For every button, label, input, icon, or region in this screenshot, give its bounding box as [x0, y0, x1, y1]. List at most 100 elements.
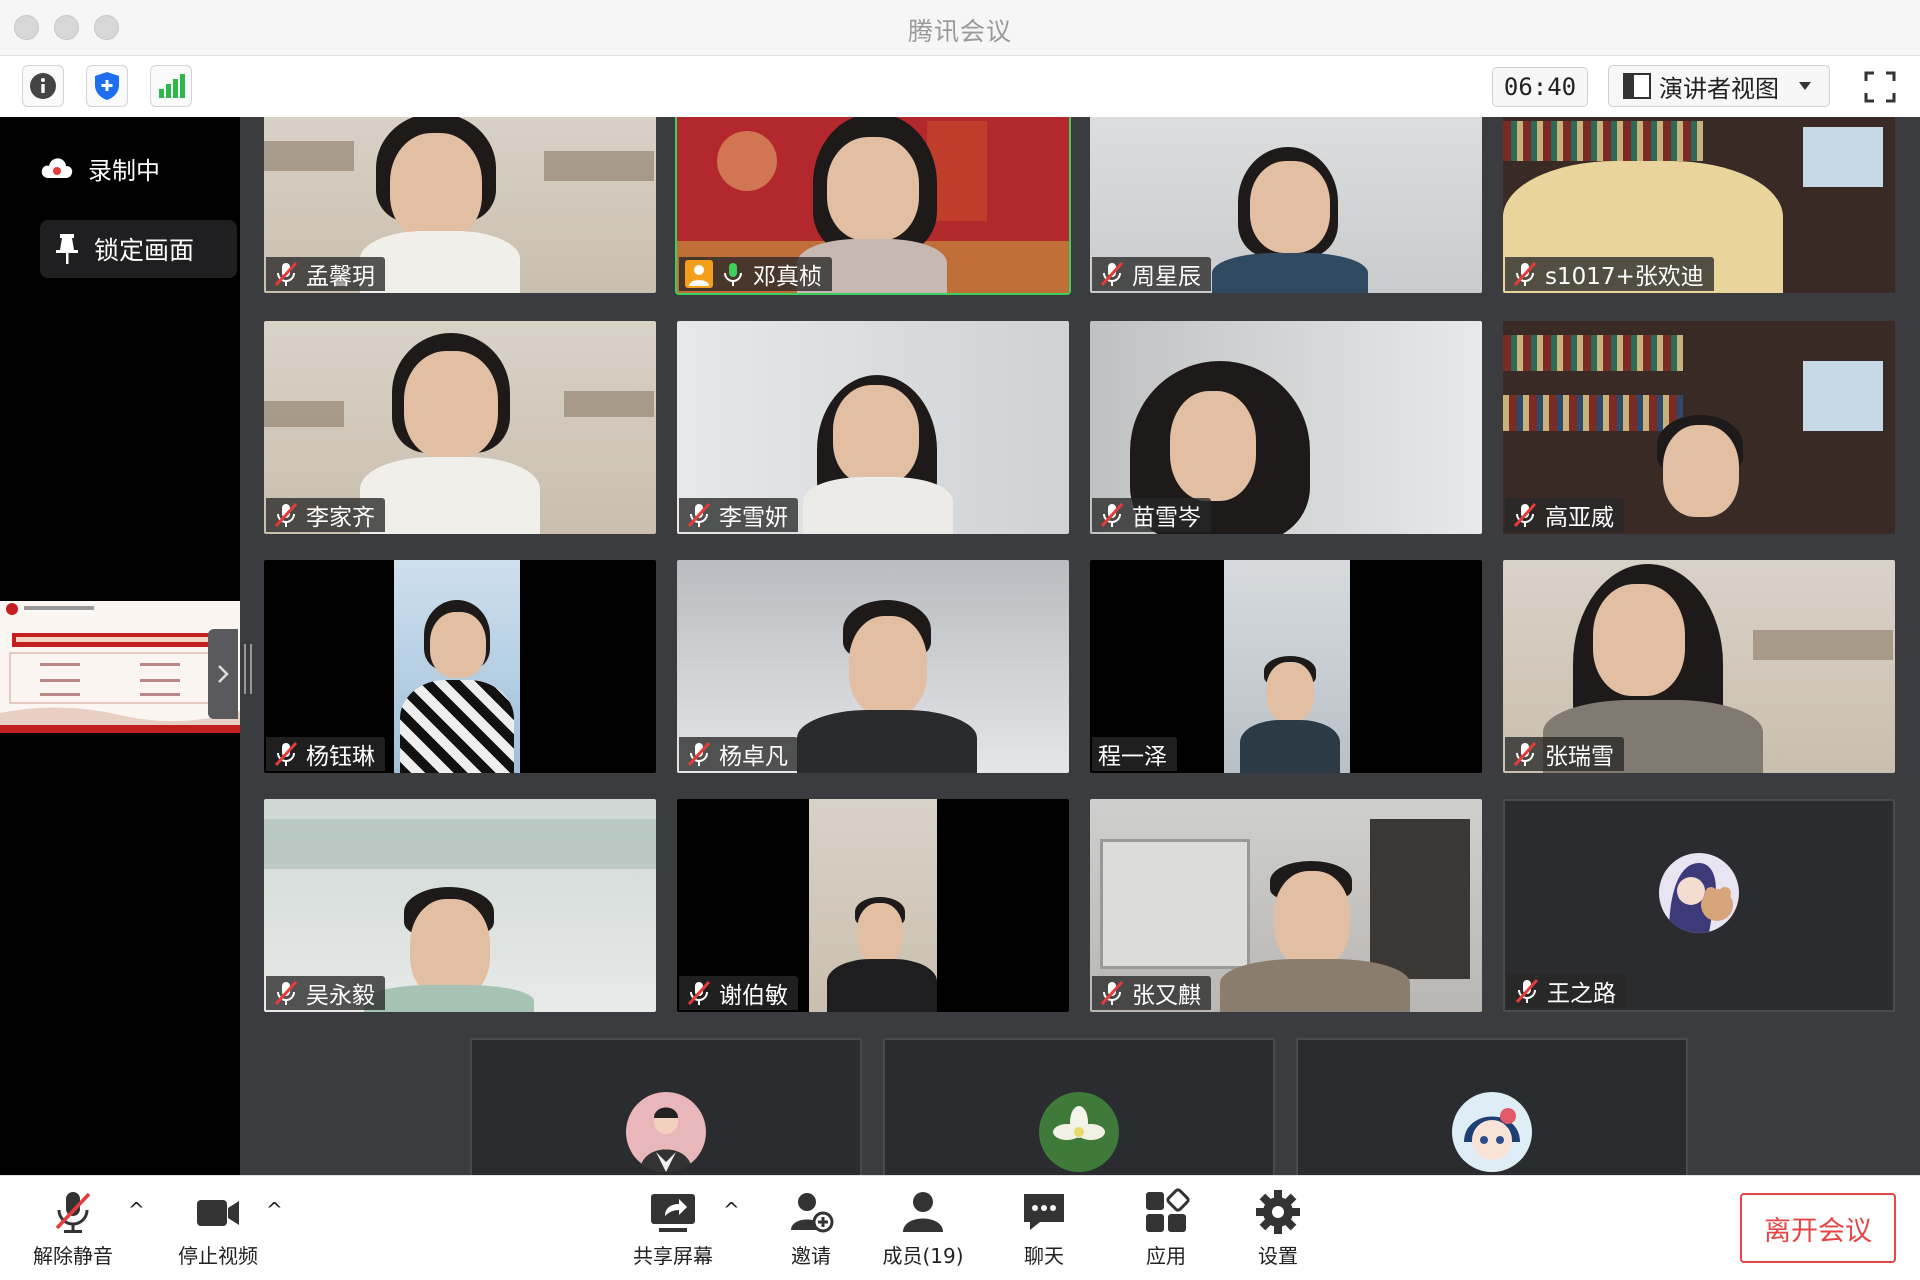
audio-options-chevron[interactable]: ^: [128, 1198, 145, 1222]
participant-name: 程一泽: [1098, 744, 1167, 770]
participant-tile[interactable]: s1017+张欢迪: [1503, 117, 1895, 293]
mic-muted-icon: [1513, 741, 1537, 767]
share-options-chevron[interactable]: ^: [723, 1198, 740, 1222]
participant-tile[interactable]: 孟馨玥: [264, 117, 656, 293]
participant-name: 吴永毅: [306, 983, 375, 1009]
shared-content-sidebar: 录制中 锁定画面: [0, 117, 240, 1175]
participant-tile[interactable]: 高亚威: [1503, 321, 1895, 534]
participant-nameplate: 吴永毅: [266, 976, 385, 1010]
participant-nameplate: 李家齐: [266, 498, 385, 532]
participant-name: 张瑞雪: [1545, 744, 1614, 770]
invite-button[interactable]: 邀请: [756, 1188, 866, 1269]
participant-name: 张又麒: [1132, 983, 1201, 1009]
meeting-info-button[interactable]: [22, 65, 64, 107]
participant-tile[interactable]: 程一泽: [1090, 560, 1482, 773]
participant-tile[interactable]: 张又麒: [1090, 799, 1482, 1012]
participant-nameplate: 张又麒: [1092, 976, 1211, 1010]
participant-nameplate: 周星辰: [1092, 257, 1211, 291]
sidebar-resize-handle[interactable]: [244, 644, 252, 694]
participant-name: 王之路: [1547, 981, 1616, 1007]
participant-name: 邓真桢: [753, 264, 822, 290]
avatar-image: [1659, 853, 1739, 933]
network-status-button[interactable]: [150, 65, 192, 107]
mic-active-icon: [724, 263, 742, 286]
participant-avatar: [1039, 1092, 1119, 1172]
lock-view-button[interactable]: 锁定画面: [40, 220, 237, 278]
signal-bars-icon: [159, 74, 185, 98]
apps-grid-icon: [1146, 1188, 1190, 1232]
participant-nameplate: 王之路: [1507, 974, 1626, 1008]
participant-tile-no-video[interactable]: [1296, 1038, 1688, 1175]
avatar-image: [1039, 1092, 1119, 1172]
avatar-image: [1452, 1092, 1532, 1172]
shared-screen-thumbnail[interactable]: [0, 601, 240, 733]
expand-panel-button[interactable]: [208, 629, 238, 719]
members-icon: [903, 1192, 943, 1232]
window-title: 腾讯会议: [907, 17, 1012, 46]
meeting-toolbar: 06:40 演讲者视图: [0, 57, 1920, 117]
speaker-view-icon: [1623, 73, 1651, 99]
pin-icon: [56, 234, 78, 264]
participant-tile[interactable]: 苗雪岑: [1090, 321, 1482, 534]
chat-label: 聊天: [1024, 1244, 1064, 1268]
participant-nameplate: s1017+张欢迪: [1505, 257, 1714, 291]
chat-bubble-icon: [1024, 1194, 1064, 1230]
participant-name: 杨卓凡: [719, 744, 788, 770]
participant-tile-no-video[interactable]: [883, 1038, 1275, 1175]
video-options-chevron[interactable]: ^: [266, 1198, 283, 1222]
fullscreen-button[interactable]: [1858, 65, 1902, 109]
participant-name: s1017+张欢迪: [1545, 264, 1704, 290]
share-screen-label: 共享屏幕: [633, 1244, 713, 1268]
apps-button[interactable]: 应用: [1111, 1188, 1221, 1269]
participant-tile-no-video[interactable]: 王之路: [1503, 799, 1895, 1012]
title-bar: 腾讯会议: [0, 0, 1920, 56]
participant-avatar: [1659, 853, 1739, 933]
participant-tile[interactable]: 杨卓凡: [677, 560, 1069, 773]
mic-muted-icon: [1100, 980, 1124, 1006]
stop-video-button[interactable]: 停止视频: [163, 1188, 273, 1269]
mic-muted-icon: [55, 1192, 91, 1233]
info-icon: [30, 73, 56, 99]
apps-label: 应用: [1146, 1244, 1186, 1268]
fullscreen-icon: [1864, 71, 1896, 103]
participant-tile-no-video[interactable]: [470, 1038, 862, 1175]
cloud-icon: [41, 158, 73, 178]
mic-muted-icon: [1513, 502, 1537, 528]
participant-nameplate: 杨钰琳: [266, 737, 385, 771]
mic-muted-icon: [274, 502, 298, 528]
unmute-button[interactable]: 解除静音: [18, 1188, 128, 1269]
view-mode-dropdown[interactable]: 演讲者视图: [1608, 65, 1830, 107]
participant-tile-active-speaker[interactable]: 邓真桢: [675, 117, 1071, 295]
chat-button[interactable]: 聊天: [989, 1188, 1099, 1269]
chevron-down-icon: [1799, 82, 1811, 90]
participant-nameplate: 杨卓凡: [679, 737, 798, 771]
gear-icon: [1256, 1190, 1300, 1234]
participant-nameplate: 邓真桢: [679, 257, 832, 291]
unmute-label: 解除静音: [33, 1244, 113, 1268]
participant-tile[interactable]: 周星辰: [1090, 117, 1482, 293]
mic-muted-icon: [274, 261, 298, 287]
mic-muted-icon: [1515, 978, 1539, 1004]
participant-nameplate: 苗雪岑: [1092, 498, 1211, 532]
share-screen-button[interactable]: 共享屏幕: [618, 1188, 728, 1269]
participant-name: 杨钰琳: [306, 744, 375, 770]
mic-muted-icon: [687, 980, 711, 1006]
participant-nameplate: 孟馨玥: [266, 257, 385, 291]
meeting-timer: 06:40: [1492, 67, 1588, 107]
participant-tile[interactable]: 李雪妍: [677, 321, 1069, 534]
participant-tile[interactable]: 谢伯敏: [677, 799, 1069, 1012]
participant-tile[interactable]: 张瑞雪: [1503, 560, 1895, 773]
security-button[interactable]: [86, 65, 128, 107]
mic-muted-icon: [1513, 261, 1537, 287]
recording-indicator[interactable]: 录制中: [40, 143, 160, 193]
settings-button[interactable]: 设置: [1223, 1188, 1333, 1269]
chevron-right-icon: [218, 665, 229, 683]
participant-tile[interactable]: 吴永毅: [264, 799, 656, 1012]
mic-muted-icon: [687, 741, 711, 767]
mic-muted-icon: [1100, 502, 1124, 528]
participant-name: 高亚威: [1545, 505, 1614, 531]
leave-meeting-button[interactable]: 离开会议: [1740, 1193, 1896, 1263]
participant-tile[interactable]: 李家齐: [264, 321, 656, 534]
participant-tile[interactable]: 杨钰琳: [264, 560, 656, 773]
members-button[interactable]: 成员(19): [868, 1188, 978, 1269]
